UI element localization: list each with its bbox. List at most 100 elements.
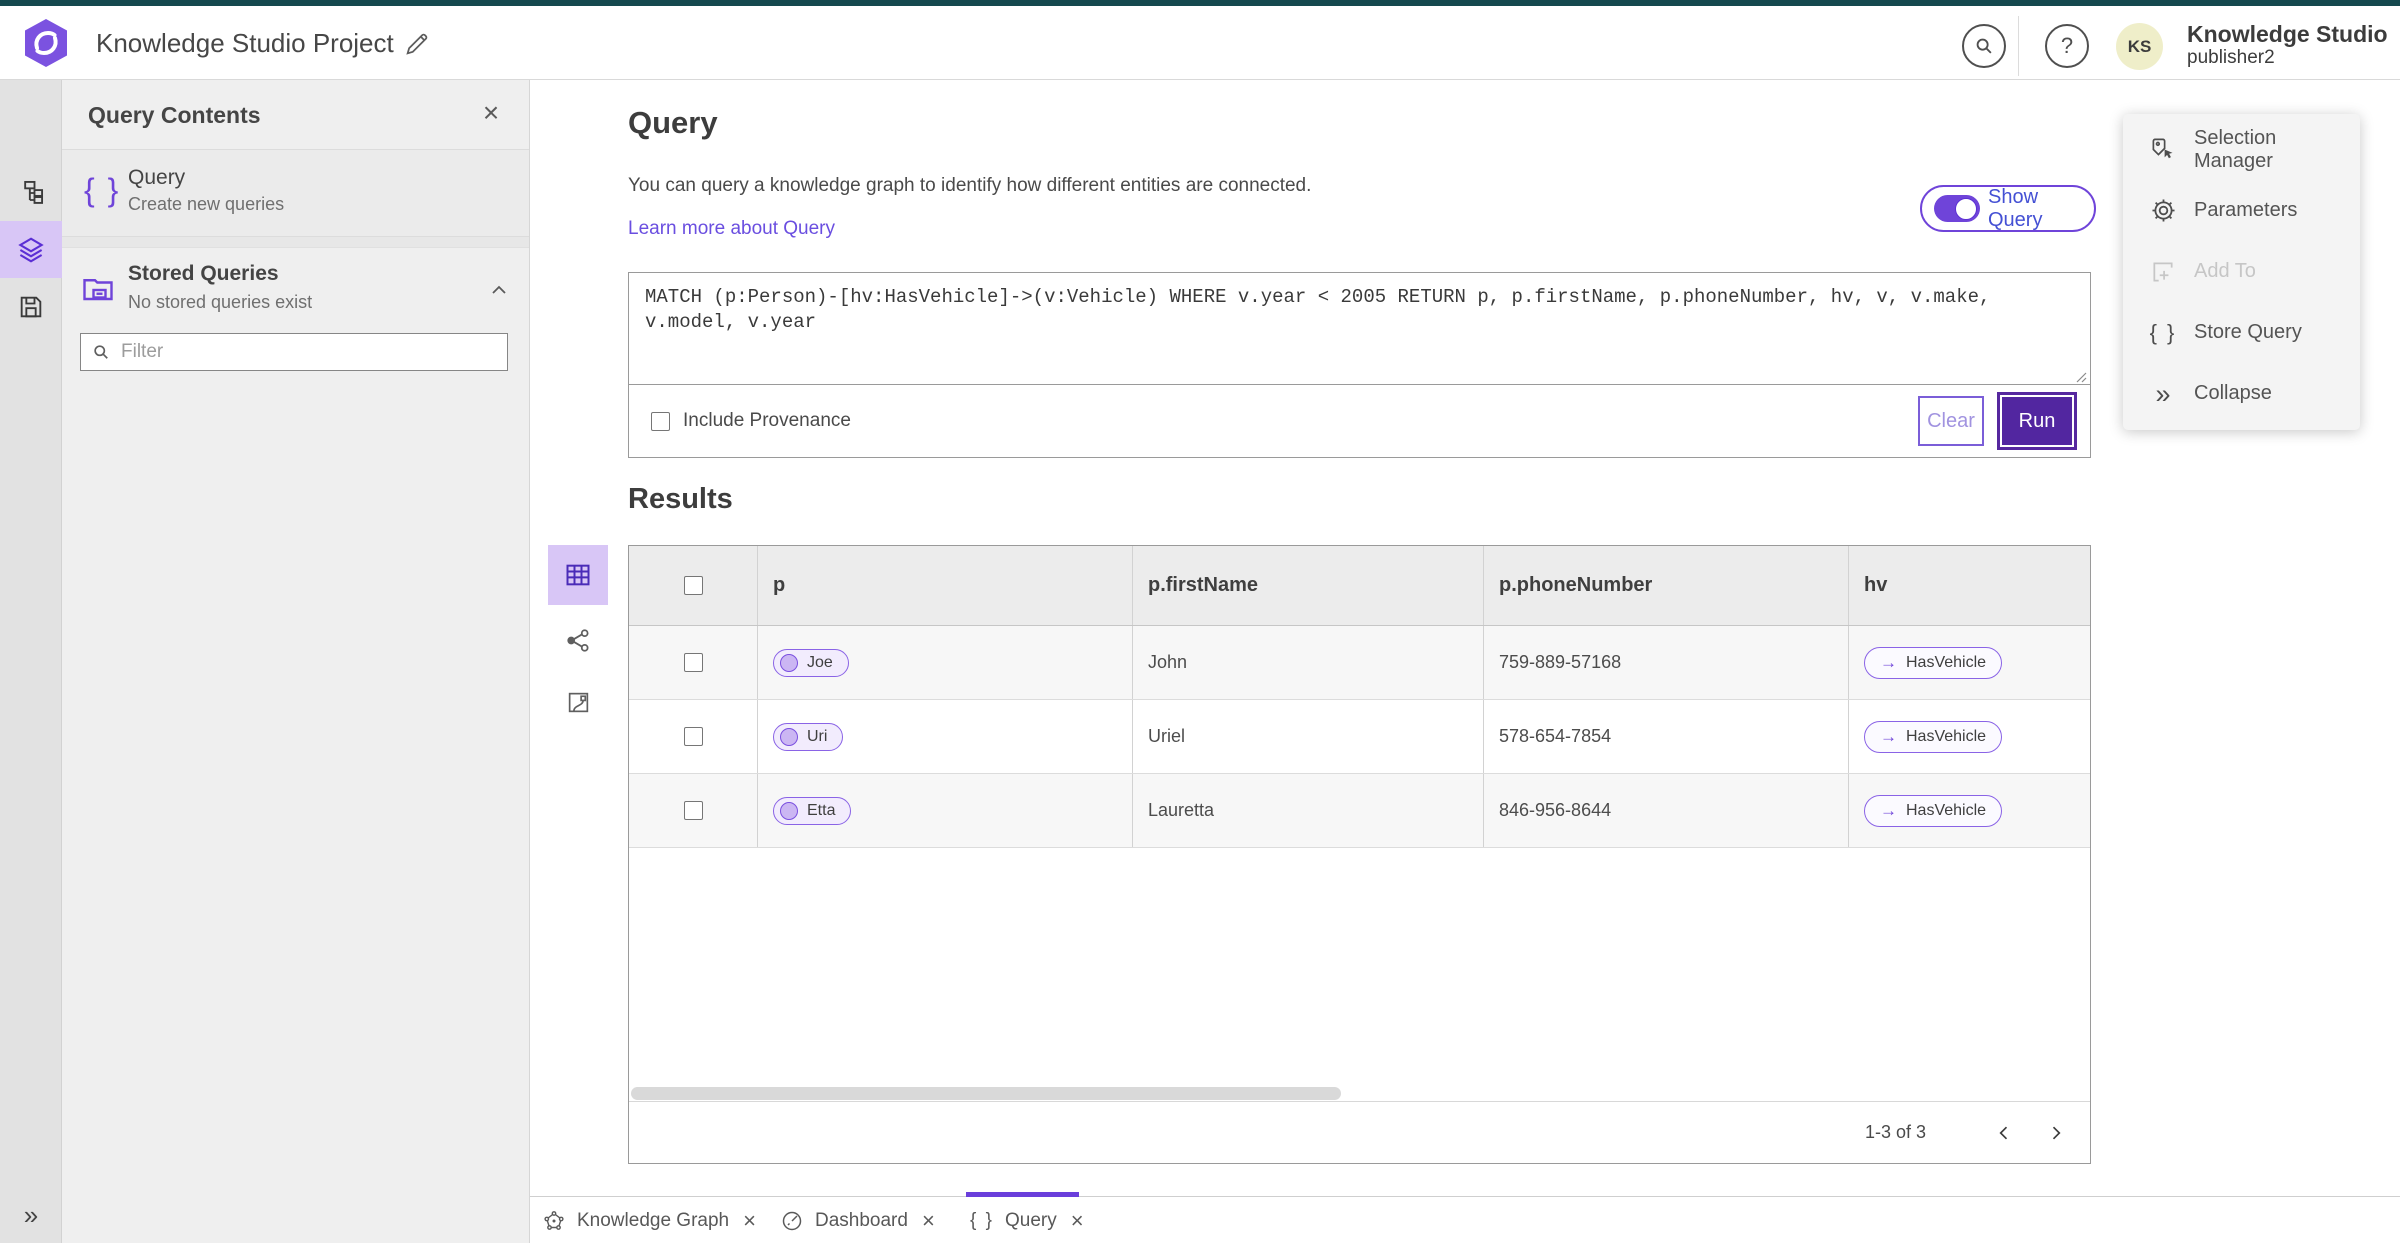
menu-item-add-to: Add To — [2123, 241, 2360, 302]
toggle-knob — [1955, 198, 1977, 220]
column-header-p: p — [758, 546, 1133, 625]
relationship-pill[interactable]: → HasVehicle — [1864, 721, 2002, 753]
relationship-label: HasVehicle — [1906, 802, 1986, 820]
graph-view-button[interactable] — [548, 610, 608, 670]
results-title: Results — [628, 483, 733, 516]
top-bar: Knowledge Studio Project ? KS Knowledge … — [0, 6, 2400, 80]
entity-pill[interactable]: Uri — [773, 723, 843, 751]
include-provenance-checkbox[interactable] — [651, 412, 670, 431]
row-checkbox[interactable] — [684, 801, 703, 820]
tab-close-icon[interactable]: × — [743, 1208, 756, 1234]
add-to-icon — [2149, 258, 2177, 286]
expand-strip-button[interactable]: » — [0, 1195, 62, 1235]
filter-input[interactable] — [121, 341, 497, 363]
menu-item-selection-manager[interactable]: Selection Manager — [2123, 119, 2360, 180]
tab-query[interactable]: { } Query × — [970, 1197, 1084, 1244]
entity-label: Joe — [807, 654, 833, 672]
chevron-right-icon — [2046, 1123, 2066, 1143]
stored-queries-filter — [80, 333, 508, 371]
user-info: Knowledge Studio publisher2 — [2187, 21, 2388, 69]
tab-knowledge-graph[interactable]: Knowledge Graph × — [542, 1197, 756, 1244]
cell-phonenumber: 846-956-8644 — [1484, 774, 1849, 847]
select-all-checkbox[interactable] — [684, 576, 703, 595]
query-textarea[interactable]: MATCH (p:Person)-[hv:HasVehicle]->(v:Veh… — [629, 273, 2090, 385]
tab-label: Dashboard — [815, 1210, 908, 1232]
query-item-subtitle: Create new queries — [128, 194, 284, 215]
row-checkbox[interactable] — [684, 727, 703, 746]
project-title: Knowledge Studio Project — [96, 6, 394, 80]
entity-pill[interactable]: Joe — [773, 649, 849, 677]
arrow-right-icon: → — [1880, 802, 1897, 819]
cell-firstname: Lauretta — [1133, 774, 1484, 847]
page-title: Query — [628, 105, 718, 141]
query-editor-box: MATCH (p:Person)-[hv:HasVehicle]->(v:Veh… — [628, 272, 2091, 458]
cell-firstname: Uriel — [1133, 700, 1484, 773]
previous-page-button[interactable] — [1984, 1113, 2024, 1153]
edit-title-icon[interactable] — [402, 29, 432, 59]
sidebar-item-layers[interactable] — [0, 221, 62, 278]
show-query-label: Show Query — [1988, 186, 2082, 232]
table-body: Joe John 759-889-57168 → HasVehicle — [629, 626, 2090, 848]
run-button[interactable]: Run — [2000, 395, 2074, 447]
clear-button[interactable]: Clear — [1918, 396, 1984, 446]
gear-icon — [2149, 197, 2177, 225]
arrow-right-icon: → — [1880, 728, 1897, 745]
results-table: p p.firstName p.phoneNumber hv Joe John … — [628, 545, 2091, 1164]
relationship-pill[interactable]: → HasVehicle — [1864, 795, 2002, 827]
arrow-right-icon: → — [1880, 654, 1897, 671]
scrollbar-thumb[interactable] — [631, 1087, 1341, 1100]
tab-dashboard[interactable]: Dashboard × — [780, 1197, 935, 1244]
column-header-hv: hv — [1849, 546, 2090, 625]
map-view-button[interactable] — [548, 672, 608, 732]
resize-grip-icon[interactable] — [2073, 369, 2087, 383]
app-window: Knowledge Studio Project ? KS Knowledge … — [0, 0, 2400, 1243]
map-view-icon — [566, 690, 591, 715]
sidebar-item-save[interactable] — [0, 278, 62, 335]
menu-item-label: Add To — [2194, 260, 2256, 283]
search-button[interactable] — [1962, 24, 2006, 68]
filter-search-icon — [91, 342, 111, 362]
next-page-button[interactable] — [2036, 1113, 2076, 1153]
menu-item-label: Selection Manager — [2194, 127, 2360, 173]
table-view-button[interactable] — [548, 545, 608, 605]
query-item-title: Query — [128, 166, 185, 190]
menu-item-label: Store Query — [2194, 321, 2302, 344]
document-tab-bar: Knowledge Graph × Dashboard × { } Query … — [530, 1196, 2400, 1243]
menu-item-store-query[interactable]: { } Store Query — [2123, 302, 2360, 363]
menu-item-label: Collapse — [2194, 382, 2272, 405]
panel-close-icon[interactable]: × — [475, 97, 507, 129]
double-chevron-icon: » — [24, 1200, 38, 1231]
cell-firstname: John — [1133, 626, 1484, 699]
user-avatar[interactable]: KS — [2116, 23, 2163, 70]
entity-pill[interactable]: Etta — [773, 797, 851, 825]
selection-manager-icon — [2149, 136, 2177, 164]
data-model-icon — [17, 179, 45, 207]
panel-item-query[interactable]: { } Query Create new queries — [62, 150, 529, 237]
toggle-track — [1934, 195, 1980, 222]
query-editor-footer: Include Provenance Clear Run — [629, 385, 2090, 457]
help-button[interactable]: ? — [2045, 24, 2089, 68]
relationship-pill[interactable]: → HasVehicle — [1864, 647, 2002, 679]
entity-dot-icon — [780, 802, 798, 820]
tab-label: Query — [1005, 1210, 1057, 1232]
tab-close-icon[interactable]: × — [1071, 1208, 1084, 1234]
knowledge-graph-icon — [542, 1209, 566, 1233]
chevron-up-icon[interactable] — [487, 278, 511, 302]
panel-item-stored-queries[interactable]: Stored Queries No stored queries exist — [62, 248, 529, 336]
stored-queries-icon — [80, 272, 116, 308]
row-checkbox[interactable] — [684, 653, 703, 672]
stored-queries-title: Stored Queries — [128, 262, 279, 286]
topbar-divider — [2018, 16, 2019, 76]
tab-close-icon[interactable]: × — [922, 1208, 935, 1234]
query-contents-panel: Query Contents × { } Query Create new qu… — [62, 80, 530, 1243]
table-pagination: 1-3 of 3 — [629, 1101, 2090, 1163]
menu-item-parameters[interactable]: Parameters — [2123, 180, 2360, 241]
panel-section-gap — [62, 237, 529, 248]
show-query-toggle[interactable]: Show Query — [1920, 185, 2096, 232]
menu-item-collapse[interactable]: » Collapse — [2123, 363, 2360, 424]
entity-dot-icon — [780, 654, 798, 672]
save-icon — [17, 293, 45, 321]
sidebar-item-data-model[interactable] — [0, 164, 62, 221]
avatar-initials: KS — [2128, 37, 2152, 57]
learn-more-link[interactable]: Learn more about Query — [628, 218, 835, 240]
